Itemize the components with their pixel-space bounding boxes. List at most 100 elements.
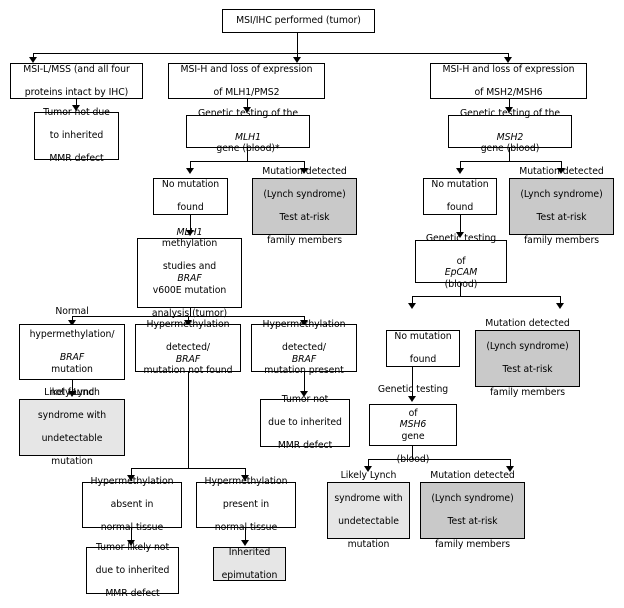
node-label-gene-braf: BRAF: [59, 352, 85, 363]
arrow-msh2-nomut: [456, 168, 464, 174]
node-label-gene: MLH1: [235, 131, 261, 143]
node-tumor-likely-not-due[interactable]: Tumor likely not due to inherited MMR de…: [86, 542, 179, 599]
node-mutation-detected-msh6[interactable]: Mutation detected (Lynch syndrome) Test …: [420, 470, 525, 550]
node-label-line3: Test at-risk: [502, 364, 553, 376]
node-label-line3: mutation present: [264, 365, 344, 377]
node-msi-l-mss[interactable]: MSI-L/MSS (and all four proteins intact …: [10, 63, 143, 99]
node-genetic-testing-epcam[interactable]: Genetic testing of EpCAM (blood): [415, 233, 507, 290]
node-genetic-testing-mlh1[interactable]: Genetic testing of the MLH1 gene (blood)…: [186, 108, 310, 154]
node-mutation-detected-mlh1[interactable]: Mutation detected (Lynch syndrome) Test …: [252, 166, 357, 246]
node-no-mutation-found-epcam[interactable]: No mutation found: [386, 330, 460, 367]
node-label-gene: MSH6: [399, 419, 427, 431]
node-label-line1: Mutation detected: [519, 165, 604, 177]
node-label-line2: (Lynch syndrome): [431, 493, 514, 505]
node-label-line1: Mutation detected: [430, 469, 515, 481]
node-label-line2-pre: of: [408, 407, 418, 419]
node-label: MSI/IHC performed (tumor): [236, 15, 361, 27]
node-label-line2-rest: gene (blood)*: [216, 143, 280, 155]
node-label-line1: Genetic testing: [425, 232, 497, 244]
node-label-line2: hypermethylation/: [29, 328, 115, 340]
node-label-line2: to inherited: [49, 130, 104, 142]
node-label-line2: epimutation: [221, 569, 278, 581]
node-label-line1: Genetic testing of the: [197, 108, 299, 120]
arrow-epcam-nomut: [408, 303, 416, 309]
node-label-line1: MSI-L/MSS (and all four: [23, 63, 130, 75]
node-label-line1: Likely Lynch: [340, 469, 397, 481]
node-label-line2-pre: detected/: [281, 342, 327, 354]
node-label-line1: Likely Lynch: [44, 386, 100, 398]
node-inherited-epimutation[interactable]: Inherited epimutation: [213, 547, 286, 581]
node-label-line2: of MSH2/MSH6: [474, 86, 543, 98]
node-label-line3: normal tissue: [100, 522, 164, 534]
node-label-line2: syndrome with: [37, 410, 107, 422]
node-label-line1: Tumor likely not: [95, 541, 170, 553]
node-mutation-detected-msh2[interactable]: Mutation detected (Lynch syndrome) Test …: [509, 166, 614, 246]
node-label-line3: undetectable: [338, 516, 399, 528]
node-label-line2: syndrome with: [334, 493, 403, 505]
node-label-line4: mutation: [347, 539, 390, 551]
node-label-line2: found: [409, 354, 437, 366]
connector-hypnotfound-bus: [131, 468, 246, 470]
node-genetic-testing-msh2[interactable]: Genetic testing of the MSH2 gene (blood): [448, 108, 572, 154]
node-label-line1: Mutation detected: [262, 165, 347, 177]
flowchart-canvas: MSI/IHC performed (tumor) MSI-L/MSS (and…: [0, 0, 624, 608]
node-msi-h-mlh1-pms2[interactable]: MSI-H and loss of expression of MLH1/PMS…: [168, 63, 325, 99]
node-no-mutation-found-msh2[interactable]: No mutation found: [423, 178, 497, 215]
node-label-line3: mutation not found: [143, 365, 233, 377]
node-label-line1: No mutation: [431, 179, 489, 191]
node-label-line1: Hypermethylation: [262, 319, 346, 331]
node-tumor-not-due-left[interactable]: Tumor not due to inherited MMR defect: [34, 107, 119, 164]
node-label-line1: Normal: [55, 305, 89, 317]
node-label-line4: family members: [266, 235, 343, 247]
node-no-mutation-found-mlh1[interactable]: No mutation found: [153, 178, 228, 215]
node-label-line2: of MLH1/PMS2: [213, 86, 280, 98]
node-label-line2-rest: gene (blood): [480, 143, 540, 155]
node-label-line3: MMR defect: [105, 587, 160, 599]
node-label-line3: undetectable: [41, 433, 103, 445]
node-hypermethylation-absent-normal-tissue[interactable]: Hypermethylation absent in normal tissue: [82, 476, 182, 533]
node-hypermethylation-present-normal-tissue[interactable]: Hypermethylation present in normal tissu…: [196, 476, 296, 533]
node-label-gene-braf: BRAF: [177, 273, 202, 284]
node-label-gene: EpCAM: [444, 267, 478, 279]
node-label-line3: Test at-risk: [279, 212, 330, 224]
node-tumor-not-due-middle[interactable]: Tumor not due to inherited MMR defect: [260, 394, 350, 451]
node-label-line4: analysis (tumor): [151, 307, 228, 319]
node-msi-h-msh2-msh6[interactable]: MSI-H and loss of expression of MSH2/MSH…: [430, 63, 587, 99]
node-hypermethylation-detected-braf-not-found[interactable]: Hypermethylation detected/BRAF mutation …: [135, 319, 241, 376]
connector-mlh1-bus: [190, 161, 305, 163]
node-label-line3: Test at-risk: [536, 212, 587, 224]
node-label-line1: Genetic testing of the: [459, 108, 561, 120]
node-hypermethylation-detected-braf-present[interactable]: Hypermethylation detected/BRAF mutation …: [251, 319, 357, 376]
node-label-line3: Test at-risk: [447, 516, 498, 528]
node-label-line2-pre: detected/: [165, 342, 211, 354]
node-mlh1-methylation-studies[interactable]: MLH1 methylation studies and BRAF v600E …: [137, 227, 242, 319]
node-label-line3: normal tissue: [214, 522, 278, 534]
connector-hypnotfound-long-down: [188, 372, 190, 469]
node-mutation-detected-epcam[interactable]: Mutation detected (Lynch syndrome) Test …: [475, 318, 580, 398]
arrow-epcam-mut: [556, 303, 564, 309]
node-likely-lynch-undetectable-left[interactable]: Likely Lynch syndrome with undetectable …: [19, 387, 125, 467]
node-label-line2: (Lynch syndrome): [520, 189, 603, 201]
node-label-line2: absent in: [110, 499, 154, 511]
node-label-line1: Mutation detected: [485, 317, 570, 329]
connector-msh2-bus: [460, 161, 562, 163]
connector-root-bus: [33, 53, 509, 55]
node-label-line2: found: [177, 202, 204, 214]
node-label-line1: Hypermethylation: [146, 319, 230, 331]
node-label-line1: MSI-H and loss of expression: [442, 63, 575, 75]
node-likely-lynch-undetectable-right[interactable]: Likely Lynch syndrome with undetectable …: [327, 470, 410, 550]
node-label-line2: (Lynch syndrome): [486, 341, 569, 353]
arrow-mlh1-nomut: [186, 168, 194, 174]
node-label-line2: (Lynch syndrome): [263, 189, 346, 201]
node-normal-hypermethylation[interactable]: Normal hypermethylation/ BRAF mutation n…: [19, 306, 125, 398]
node-label-line1: MSI-H and loss of expression: [180, 63, 313, 75]
node-label-line2-rest: gene: [401, 430, 425, 442]
node-genetic-testing-msh6[interactable]: Genetic testing of MSH6 gene (blood): [369, 384, 457, 465]
node-msi-ihc-performed[interactable]: MSI/IHC performed (tumor): [222, 9, 375, 33]
node-label-line4: family members: [523, 235, 600, 247]
node-label-gene: MLH1: [176, 226, 203, 238]
node-label-line4: mutation: [51, 456, 93, 468]
node-label-line1: No mutation: [161, 179, 220, 191]
node-label-line1: Tumor not: [281, 394, 329, 406]
node-label-line3-rest: mutation: [51, 363, 93, 375]
